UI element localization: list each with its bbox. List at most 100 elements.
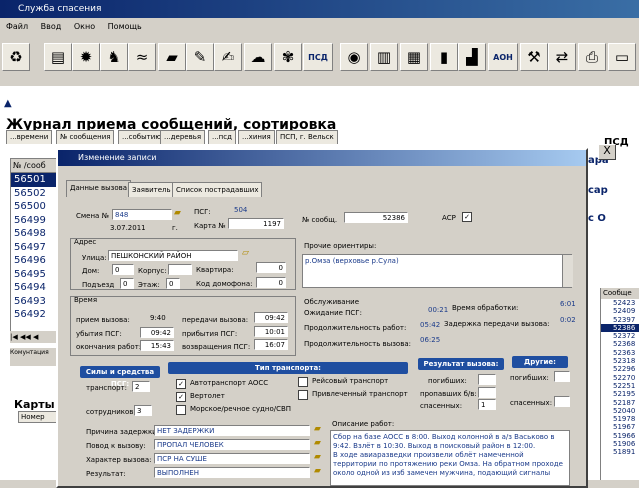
psg-departure-field[interactable]: 09:42	[140, 327, 174, 338]
edit-icon[interactable]: ✍	[214, 43, 242, 71]
close-icon[interactable]: X	[598, 144, 616, 160]
transport-count-field[interactable]: 2	[132, 381, 150, 392]
checkbox-aoss[interactable]: ✓	[176, 379, 186, 389]
message-list-header[interactable]: № /сооб	[11, 159, 59, 173]
person-icon[interactable]: ♞	[100, 43, 128, 71]
list-item[interactable]: 52397	[601, 316, 639, 324]
folder-icon[interactable]: ▰	[174, 208, 181, 218]
list-item[interactable]: 51906	[601, 440, 639, 448]
computer-icon[interactable]: ▭	[608, 43, 636, 71]
missing-field[interactable]	[478, 387, 496, 398]
result-field[interactable]: ВЫПОЛНЕН	[154, 467, 310, 478]
list-item[interactable]: 56498	[11, 227, 59, 241]
tab-call-data[interactable]: Данные вызова	[66, 180, 132, 197]
folder-icon[interactable]: ▰	[314, 424, 321, 434]
butterfly-icon[interactable]: ✾	[274, 43, 302, 71]
street-field[interactable]: ПЕШКОНСКИЙ РАЙОН	[108, 250, 238, 261]
saved-field[interactable]: 1	[478, 399, 496, 410]
landmarks-scrollbar[interactable]	[562, 255, 573, 287]
floor-field[interactable]: 0	[166, 278, 180, 289]
tab-village[interactable]: ...деревья	[160, 130, 206, 144]
entrance-field[interactable]: 0	[120, 278, 134, 289]
books-icon[interactable]: ▥	[370, 43, 398, 71]
apartment-field[interactable]: 0	[256, 262, 286, 273]
prev-record-icon[interactable]: ◀◀	[20, 333, 31, 341]
call-transfer-field[interactable]: 09:42	[254, 312, 288, 323]
message-number-field[interactable]: 52386	[344, 212, 408, 223]
checkbox-attracted[interactable]	[298, 390, 308, 400]
call-type-field[interactable]: ПСР НА СУШЕ	[154, 453, 310, 464]
record-navigator[interactable]: |◀ ◀◀ ◀	[10, 331, 58, 343]
call-reason-field[interactable]: ПРОПАЛ ЧЕЛОВЕК	[154, 439, 310, 450]
tab-psp-velsk[interactable]: ПСП, г. Вельск	[276, 130, 338, 144]
alarm-icon[interactable]: ✹	[72, 43, 100, 71]
landmarks-textarea[interactable]: р.Омза (верховье р.Сула)	[302, 254, 572, 288]
list-item[interactable]: 52386	[601, 323, 639, 333]
folder-icon[interactable]: ▰	[314, 466, 321, 476]
checkbox-ship[interactable]	[176, 405, 186, 415]
work-end-field[interactable]: 15:43	[140, 340, 174, 351]
document-icon[interactable]: ✎	[186, 43, 214, 71]
chart-icon[interactable]: ▤	[44, 43, 72, 71]
first-record-icon[interactable]: |◀	[10, 333, 18, 341]
list-item[interactable]: 56497	[11, 241, 59, 255]
delay-reason-field[interactable]: НЕТ ЗАДЕРЖКИ	[154, 425, 310, 436]
tab-victims[interactable]: Список пострадавших	[172, 182, 263, 197]
list-item[interactable]: 52251	[601, 382, 639, 390]
list-item[interactable]: 52040	[601, 407, 639, 415]
aon-button[interactable]: АОН	[488, 43, 518, 71]
psd-button[interactable]: ПСД	[303, 43, 333, 71]
work-description-textarea[interactable]: Сбор на базе АОСС в 8:00. Выход колонной…	[330, 430, 570, 486]
tools-icon[interactable]: ⚒	[520, 43, 548, 71]
tab-psd[interactable]: ...псд	[208, 130, 236, 144]
tab-time[interactable]: ...времени	[6, 130, 53, 144]
recycle-icon[interactable]: ♻	[2, 43, 30, 71]
storm-icon[interactable]: ☁	[244, 43, 272, 71]
dead-field[interactable]	[478, 374, 496, 385]
house-field[interactable]: 0	[112, 264, 134, 275]
network-icon[interactable]: ⇄	[548, 43, 576, 71]
card-number-field[interactable]: 1197	[228, 218, 284, 229]
prev-icon[interactable]: ◀	[33, 333, 38, 341]
list-item[interactable]: 52270	[601, 374, 639, 382]
list-item[interactable]: 56492	[11, 308, 59, 322]
folder-icon[interactable]: ▰	[314, 438, 321, 448]
building-field[interactable]	[168, 264, 192, 275]
chart-bar-icon[interactable]: ▮	[430, 43, 458, 71]
folder-open-icon[interactable]: ▱	[242, 248, 249, 258]
list-item[interactable]: 52296	[601, 365, 639, 373]
tab-chem[interactable]: ...хиния	[238, 130, 275, 144]
shelf-icon[interactable]: ▦	[400, 43, 428, 71]
menu-input[interactable]: Ввод	[41, 22, 62, 31]
list-item[interactable]: 56499	[11, 214, 59, 228]
factory-icon[interactable]: ▟	[458, 43, 486, 71]
tab-applicant[interactable]: Заявитель	[128, 182, 175, 197]
list-item[interactable]: 56501	[11, 173, 59, 187]
list-item[interactable]: 56493	[11, 295, 59, 309]
list-item[interactable]: 51966	[601, 432, 639, 440]
menu-file[interactable]: Файл	[6, 22, 28, 31]
shift-field[interactable]: 848	[112, 209, 172, 220]
list-item[interactable]: 52318	[601, 357, 639, 365]
list-item[interactable]: 51967	[601, 423, 639, 431]
list-item[interactable]: 56496	[11, 254, 59, 268]
tab-message-number[interactable]: № сообщения	[56, 130, 115, 144]
folder-icon[interactable]: ▰	[314, 452, 321, 462]
intercom-field[interactable]: 0	[256, 277, 286, 288]
others-dead-field[interactable]	[554, 371, 570, 382]
list-item[interactable]: 51891	[601, 448, 639, 456]
list-item[interactable]: 56502	[11, 187, 59, 201]
list-item[interactable]: 56494	[11, 281, 59, 295]
printer-icon[interactable]: ⎙	[578, 43, 606, 71]
checkbox-helicopter[interactable]: ✓	[176, 392, 186, 402]
staff-count-field[interactable]: 3	[134, 405, 152, 416]
list-item[interactable]: 51978	[601, 415, 639, 423]
list-item[interactable]: 52195	[601, 390, 639, 398]
list-item[interactable]: 52363	[601, 349, 639, 357]
globe-icon[interactable]: ◉	[340, 43, 368, 71]
list-item[interactable]: 52368	[601, 340, 639, 348]
list-item[interactable]: 52372	[601, 332, 639, 340]
list-item[interactable]: 52187	[601, 399, 639, 407]
psg-arrival-field[interactable]: 10:01	[254, 326, 288, 337]
list-item[interactable]: 52409	[601, 307, 639, 315]
